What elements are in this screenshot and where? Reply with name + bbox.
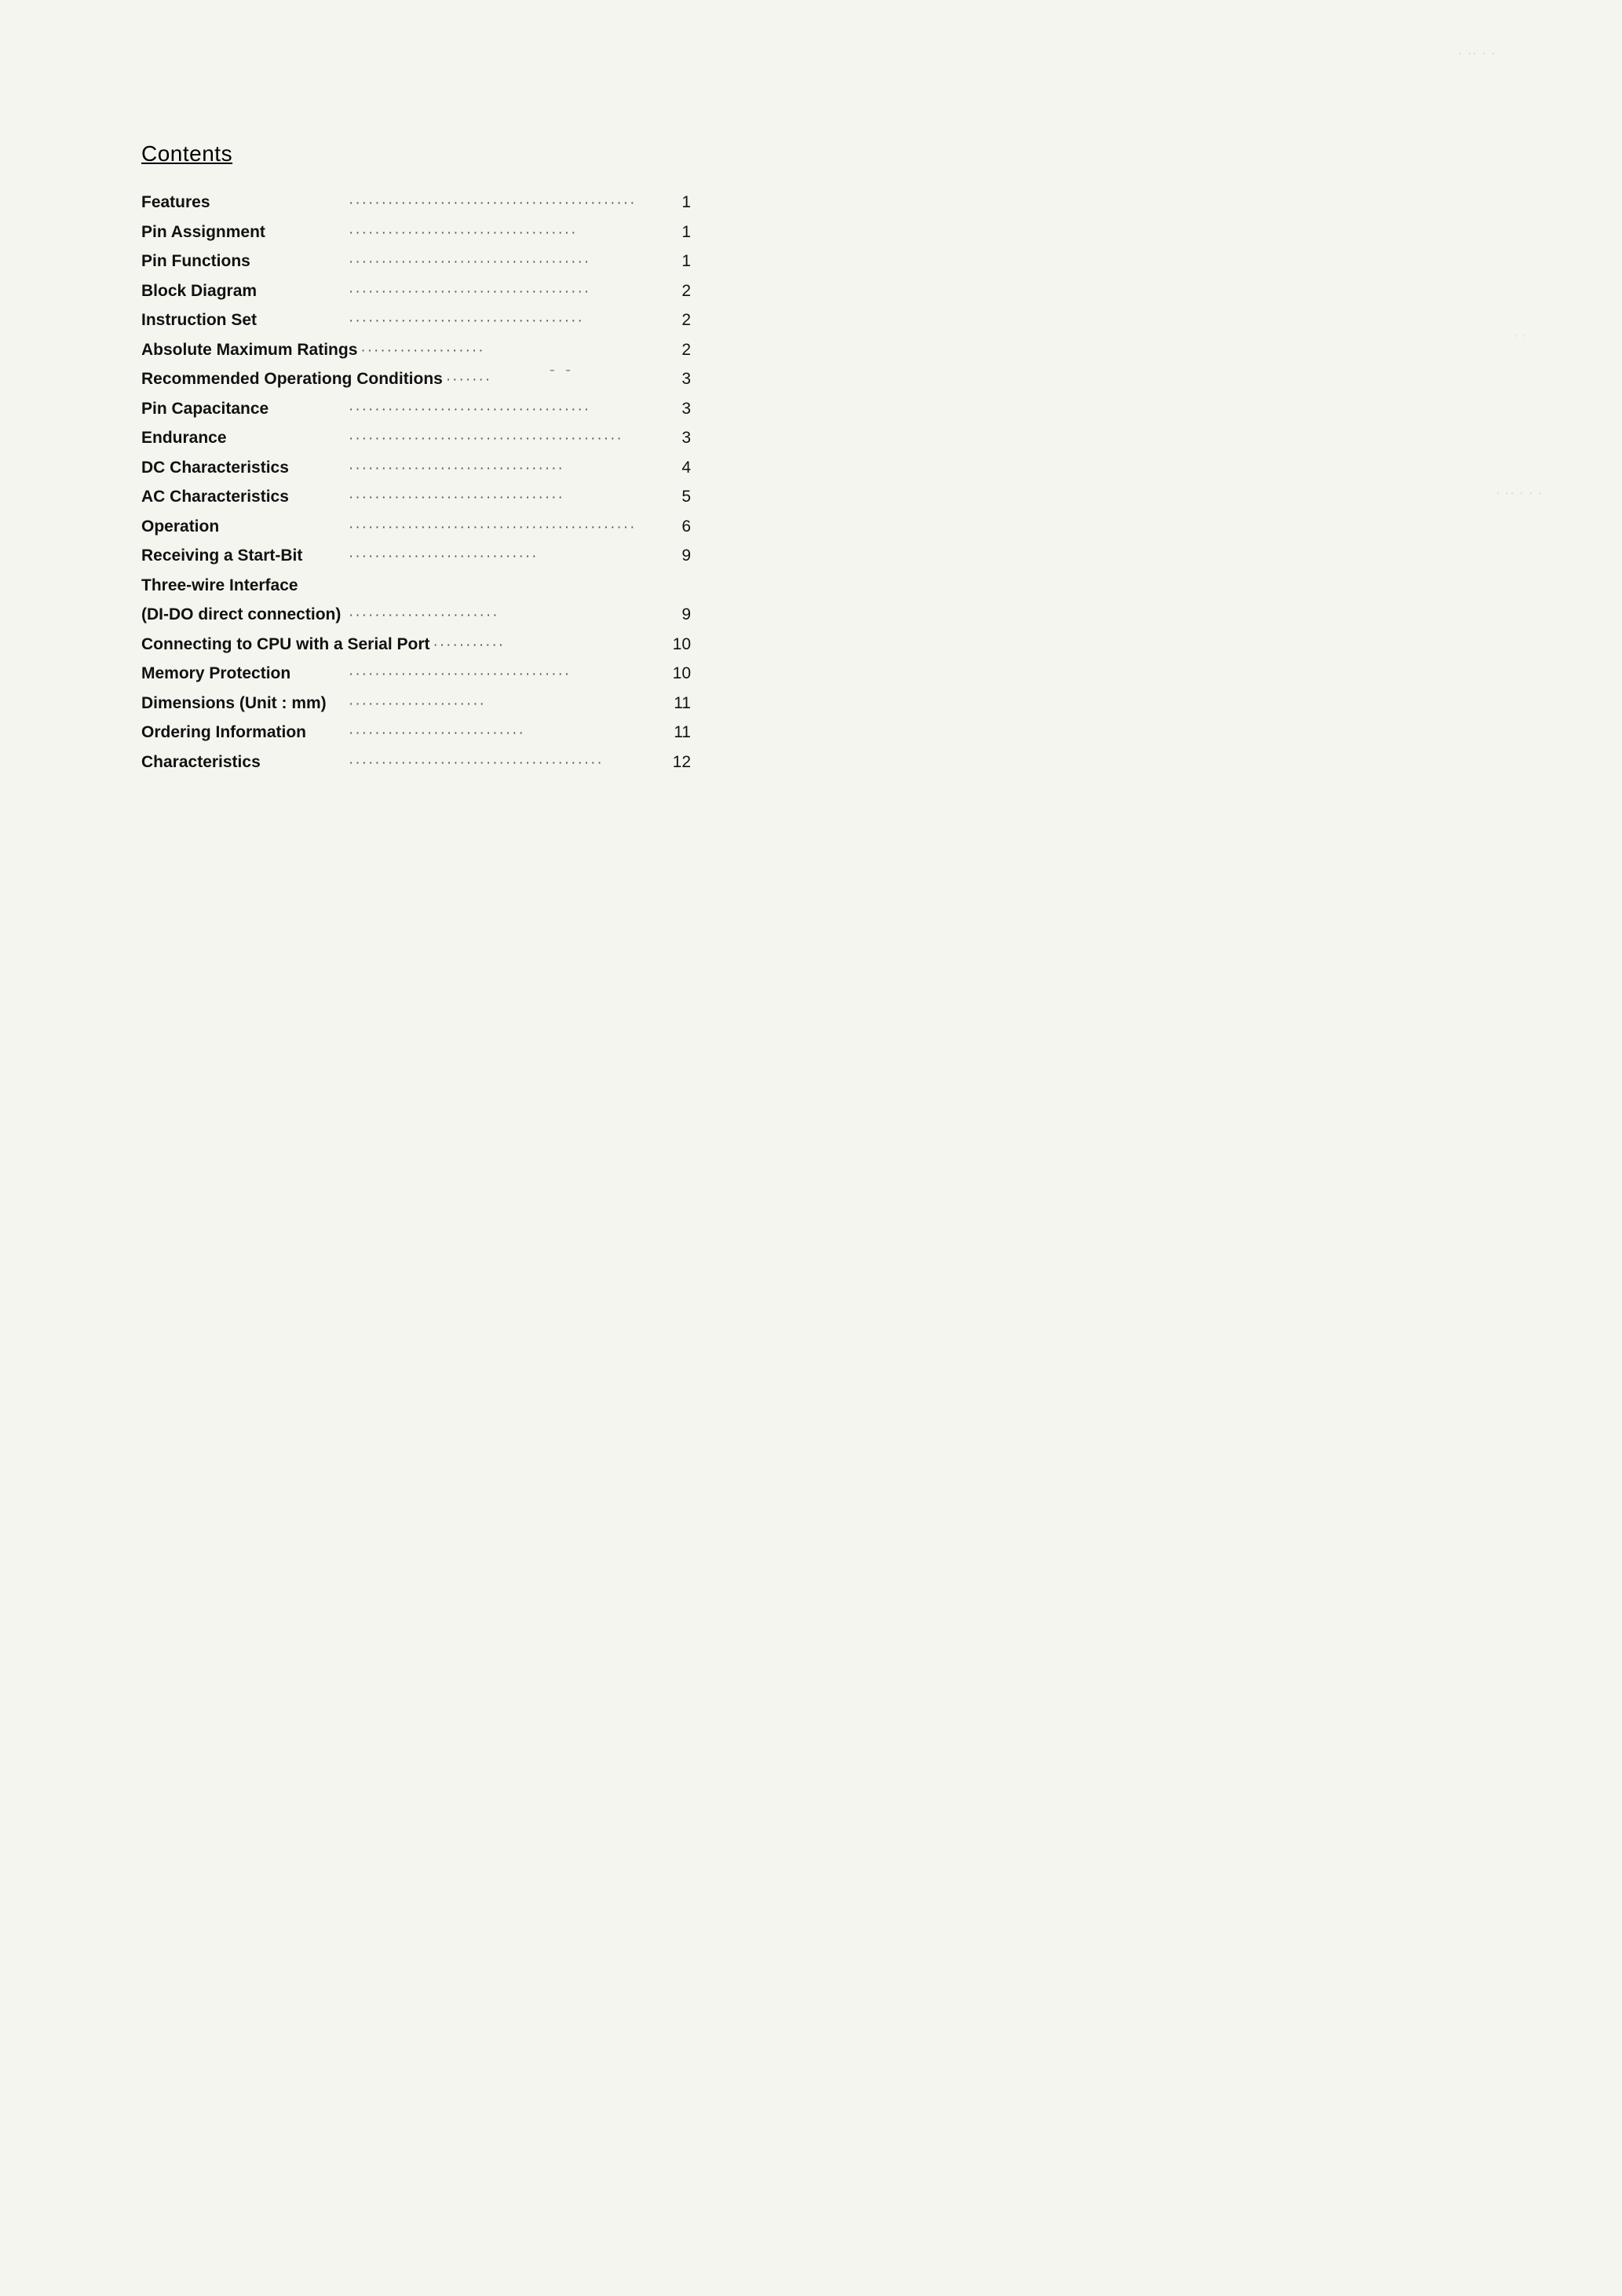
corner-artifact-top: · ·· · · — [1459, 47, 1496, 59]
toc-label: (DI-DO direct connection) — [141, 602, 345, 627]
toc-dots: ······· — [443, 369, 667, 392]
toc-row: Connecting to CPU with a Serial Port····… — [141, 632, 691, 657]
toc-row: Pin Capacitance·························… — [141, 397, 691, 422]
toc-label: Dimensions (Unit : mm) — [141, 691, 345, 716]
toc-page: 2 — [667, 308, 691, 333]
toc-page: 3 — [667, 367, 691, 392]
content-area: Contents Features·······················… — [141, 141, 691, 779]
toc-dots: ································· — [345, 458, 667, 481]
toc-row: Absolute Maximum Ratings················… — [141, 338, 691, 363]
toc-dots: ····································· — [345, 399, 667, 422]
toc-page: 11 — [667, 691, 691, 716]
toc-page: 4 — [667, 455, 691, 481]
toc-dots: ····································· — [345, 251, 667, 274]
toc-row: Instruction Set·························… — [141, 308, 691, 333]
toc-dots: ··················· — [357, 340, 667, 363]
toc-row: Pin Functions···························… — [141, 249, 691, 274]
toc-page: 10 — [667, 632, 691, 657]
toc-row: (DI-DO direct connection)···············… — [141, 602, 691, 627]
toc-page: 1 — [667, 249, 691, 274]
toc-page: 12 — [667, 750, 691, 775]
toc-page: 1 — [667, 190, 691, 215]
toc-label: Absolute Maximum Ratings — [141, 338, 357, 363]
page: · ·· · · · · · ·· · · · - - Contents Fea… — [0, 0, 1622, 2296]
toc-label: Receiving a Start-Bit — [141, 543, 345, 569]
toc-row: Recommended Operationg Conditions·······… — [141, 367, 691, 392]
toc-row: Memory Protection·······················… — [141, 661, 691, 686]
toc-label: Instruction Set — [141, 308, 345, 333]
toc-row: Characteristics·························… — [141, 750, 691, 775]
toc-dots: ····················· — [345, 693, 667, 716]
toc-dots: ··································· — [345, 222, 667, 245]
toc-label: Pin Assignment — [141, 220, 345, 245]
toc-label: Features — [141, 190, 345, 215]
toc-row: Three-wire Interface — [141, 573, 691, 598]
toc-row: Operation·······························… — [141, 514, 691, 539]
toc-label: Characteristics — [141, 750, 345, 775]
toc-row: DC Characteristics······················… — [141, 455, 691, 481]
toc-row: Endurance·······························… — [141, 426, 691, 451]
toc-dots: ········································… — [345, 192, 667, 215]
contents-heading: Contents — [141, 141, 691, 166]
toc-page: 9 — [667, 602, 691, 627]
toc-dots: ····························· — [345, 546, 667, 569]
corner-artifact-bottom: · ·· · · · — [1496, 487, 1543, 499]
toc-label: Three-wire Interface — [141, 573, 345, 598]
toc-dots: ········································… — [345, 517, 667, 539]
toc-label: Memory Protection — [141, 661, 345, 686]
toc-row: Features································… — [141, 190, 691, 215]
toc-page: 2 — [667, 338, 691, 363]
toc-label: Operation — [141, 514, 345, 539]
toc-label: Connecting to CPU with a Serial Port — [141, 632, 430, 657]
toc-list: Features································… — [141, 190, 691, 774]
toc-label: Recommended Operationg Conditions — [141, 367, 443, 392]
toc-row: Receiving a Start-Bit···················… — [141, 543, 691, 569]
toc-row: Ordering Information····················… — [141, 720, 691, 745]
toc-row: Block Diagram···························… — [141, 279, 691, 304]
toc-page: 3 — [667, 426, 691, 451]
toc-dots: ·································· — [345, 664, 667, 686]
toc-label: Ordering Information — [141, 720, 345, 745]
toc-dots: ········································… — [345, 428, 667, 451]
toc-dots: ······················· — [345, 605, 667, 627]
toc-dots: ································· — [345, 487, 667, 510]
toc-page: 2 — [667, 279, 691, 304]
corner-artifact-mid: · · — [1514, 330, 1528, 341]
toc-page: 10 — [667, 661, 691, 686]
toc-dots: ···································· — [345, 310, 667, 333]
toc-page: 3 — [667, 397, 691, 422]
toc-page: 1 — [667, 220, 691, 245]
toc-row: Pin Assignment··························… — [141, 220, 691, 245]
toc-page: 6 — [667, 514, 691, 539]
toc-page: 11 — [667, 720, 691, 745]
toc-label: Endurance — [141, 426, 345, 451]
toc-page: 5 — [667, 484, 691, 510]
toc-label: Pin Functions — [141, 249, 345, 274]
toc-page: 9 — [667, 543, 691, 569]
toc-dots: ····································· — [345, 281, 667, 304]
toc-row: AC Characteristics······················… — [141, 484, 691, 510]
toc-label: DC Characteristics — [141, 455, 345, 481]
toc-dots: ··························· — [345, 722, 667, 745]
toc-label: Pin Capacitance — [141, 397, 345, 422]
toc-row: Dimensions (Unit : mm)··················… — [141, 691, 691, 716]
toc-dots: ··········· — [430, 634, 667, 657]
toc-label: AC Characteristics — [141, 484, 345, 510]
toc-dots: ······································· — [345, 752, 667, 775]
toc-label: Block Diagram — [141, 279, 345, 304]
